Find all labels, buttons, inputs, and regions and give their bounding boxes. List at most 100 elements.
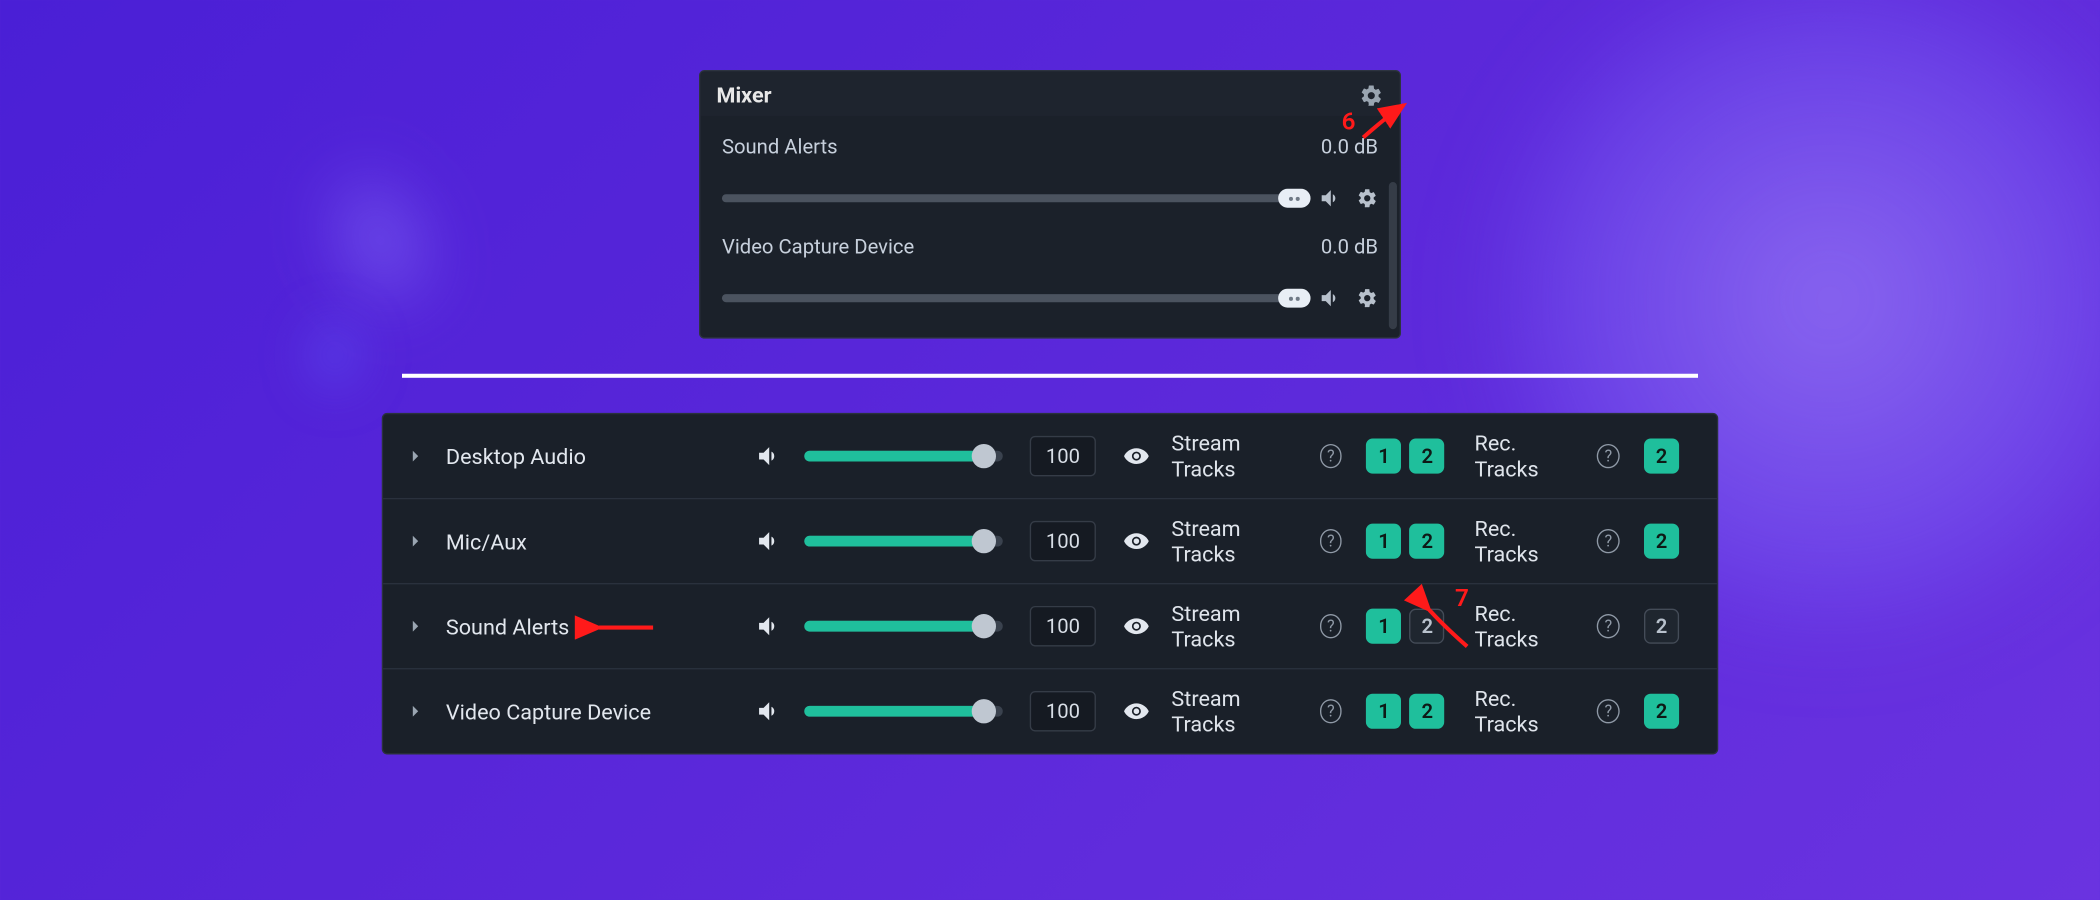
expand-row-button[interactable] — [405, 530, 433, 552]
rec-tracks-group: 2 — [1644, 524, 1679, 559]
gear-icon — [1356, 187, 1378, 209]
stream-track-toggle-2[interactable]: 2 — [1410, 439, 1445, 474]
monitor-button[interactable] — [1123, 698, 1150, 725]
mute-button[interactable] — [755, 443, 782, 470]
monitor-button[interactable] — [1123, 613, 1150, 640]
expand-row-button[interactable] — [405, 445, 433, 467]
section-divider — [402, 374, 1698, 378]
expand-row-button[interactable] — [405, 700, 433, 722]
stream-tracks-group: 12 — [1367, 439, 1445, 474]
rec-tracks-group: 2 — [1644, 694, 1679, 729]
stream-track-toggle-2[interactable]: 2 — [1410, 609, 1445, 644]
mixer-mute-button[interactable] — [1319, 186, 1343, 210]
speaker-icon — [755, 528, 782, 555]
mixer-slider-thumb[interactable] — [1278, 289, 1310, 308]
volume-slider-thumb[interactable] — [971, 614, 995, 638]
advanced-audio-row: Mic/Aux 100 Stream Tracks ? 12 Rec. Trac… — [383, 499, 1717, 584]
chevron-right-icon — [405, 615, 427, 637]
rec-tracks-label: Rec. Tracks — [1475, 601, 1578, 652]
rec-tracks-help[interactable]: ? — [1597, 444, 1620, 468]
stream-tracks-label: Stream Tracks — [1171, 516, 1300, 567]
stream-track-toggle-2[interactable]: 2 — [1410, 694, 1445, 729]
speaker-icon — [1319, 186, 1343, 210]
mute-button[interactable] — [755, 613, 782, 640]
mixer-slider-thumb[interactable] — [1278, 189, 1310, 208]
mixer-panel: Mixer Sound Alerts 0.0 dB — [699, 70, 1401, 339]
rec-track-toggle-2[interactable]: 2 — [1644, 694, 1679, 729]
rec-track-toggle-2[interactable]: 2 — [1644, 524, 1679, 559]
rec-tracks-label: Rec. Tracks — [1475, 516, 1578, 567]
stream-tracks-label: Stream Tracks — [1171, 686, 1300, 737]
advanced-audio-panel: Desktop Audio 100 Stream Tracks ? 12 Rec… — [382, 413, 1719, 755]
volume-input[interactable]: 100 — [1030, 436, 1096, 477]
audio-source-name: Sound Alerts — [446, 613, 742, 639]
stream-track-toggle-1[interactable]: 1 — [1367, 694, 1402, 729]
rec-tracks-label: Rec. Tracks — [1475, 430, 1578, 481]
stream-tracks-group: 12 — [1367, 609, 1445, 644]
rec-tracks-label: Rec. Tracks — [1475, 686, 1578, 737]
rec-tracks-help[interactable]: ? — [1597, 614, 1620, 638]
mute-button[interactable] — [755, 698, 782, 725]
volume-input[interactable]: 100 — [1030, 606, 1096, 647]
mixer-row: Video Capture Device 0.0 dB — [717, 221, 1384, 321]
rec-tracks-help[interactable]: ? — [1597, 699, 1620, 723]
chevron-right-icon — [405, 530, 427, 552]
mixer-row: Sound Alerts 0.0 dB — [717, 121, 1384, 221]
gear-icon — [1359, 83, 1383, 107]
chevron-right-icon — [405, 445, 427, 467]
stream-track-toggle-1[interactable]: 1 — [1367, 609, 1402, 644]
expand-row-button[interactable] — [405, 615, 433, 637]
volume-slider[interactable] — [804, 536, 1003, 547]
eye-icon — [1123, 443, 1150, 470]
volume-slider[interactable] — [804, 621, 1003, 632]
stream-tracks-help[interactable]: ? — [1319, 529, 1342, 553]
volume-input[interactable]: 100 — [1030, 521, 1096, 562]
stream-tracks-group: 12 — [1367, 694, 1445, 729]
rec-track-toggle-2[interactable]: 2 — [1644, 609, 1679, 644]
volume-slider-thumb[interactable] — [971, 444, 995, 468]
mute-button[interactable] — [755, 528, 782, 555]
rec-tracks-group: 2 — [1644, 439, 1679, 474]
stream-track-toggle-2[interactable]: 2 — [1410, 524, 1445, 559]
speaker-icon — [1319, 286, 1343, 310]
rec-tracks-help[interactable]: ? — [1597, 529, 1620, 553]
mixer-body: Sound Alerts 0.0 dB — [700, 116, 1399, 337]
stream-tracks-help[interactable]: ? — [1319, 614, 1342, 638]
chevron-right-icon — [405, 700, 427, 722]
monitor-button[interactable] — [1123, 443, 1150, 470]
mixer-source-settings-button[interactable] — [1356, 287, 1378, 309]
volume-input[interactable]: 100 — [1030, 691, 1096, 732]
mixer-settings-button[interactable] — [1359, 83, 1383, 107]
speaker-icon — [755, 443, 782, 470]
speaker-icon — [755, 613, 782, 640]
mixer-source-db: 0.0 dB — [1321, 235, 1378, 259]
rec-tracks-group: 2 — [1644, 609, 1679, 644]
speaker-icon — [755, 698, 782, 725]
eye-icon — [1123, 613, 1150, 640]
mixer-header: Mixer — [700, 71, 1399, 116]
eye-icon — [1123, 698, 1150, 725]
mixer-source-db: 0.0 dB — [1321, 135, 1378, 159]
mixer-source-name: Video Capture Device — [722, 235, 914, 259]
volume-slider[interactable] — [804, 706, 1003, 717]
stream-tracks-group: 12 — [1367, 524, 1445, 559]
stream-track-toggle-1[interactable]: 1 — [1367, 439, 1402, 474]
volume-slider[interactable] — [804, 451, 1003, 462]
mixer-source-settings-button[interactable] — [1356, 187, 1378, 209]
advanced-audio-row: Video Capture Device 100 Stream Tracks ?… — [383, 669, 1717, 753]
mixer-volume-slider[interactable] — [722, 294, 1305, 302]
volume-slider-thumb[interactable] — [971, 699, 995, 723]
eye-icon — [1123, 528, 1150, 555]
mixer-scrollbar[interactable] — [1389, 182, 1397, 329]
rec-track-toggle-2[interactable]: 2 — [1644, 439, 1679, 474]
stream-track-toggle-1[interactable]: 1 — [1367, 524, 1402, 559]
volume-slider-thumb[interactable] — [971, 529, 995, 553]
background-blob — [300, 310, 370, 400]
advanced-audio-row: Sound Alerts 100 Stream Tracks ? 12 Rec.… — [383, 584, 1717, 669]
stream-tracks-help[interactable]: ? — [1319, 444, 1342, 468]
mixer-mute-button[interactable] — [1319, 286, 1343, 310]
monitor-button[interactable] — [1123, 528, 1150, 555]
mixer-volume-slider[interactable] — [722, 194, 1305, 202]
mixer-title: Mixer — [717, 82, 772, 108]
stream-tracks-help[interactable]: ? — [1319, 699, 1342, 723]
